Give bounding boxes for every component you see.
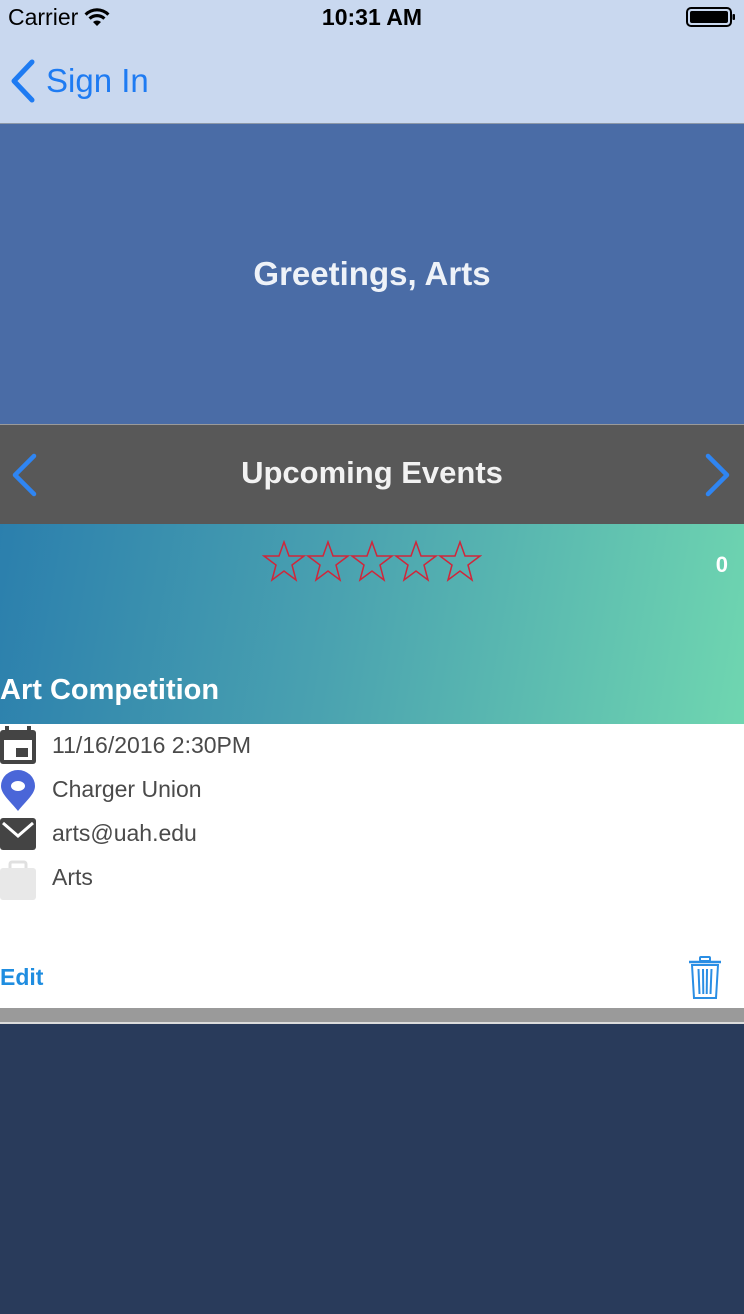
- event-email: arts@uah.edu: [52, 820, 197, 846]
- event-title: Art Competition: [0, 674, 220, 706]
- empty-content-area: [0, 1024, 744, 1314]
- event-card-header: 0 Art Competition: [0, 524, 744, 724]
- star-outline-icon[interactable]: [438, 540, 482, 582]
- event-organization-row: Arts: [0, 858, 744, 900]
- section-divider: [0, 1008, 744, 1022]
- event-details: 11/16/2016 2:30PM Charger Union arts@uah…: [0, 724, 744, 1008]
- next-event-button[interactable]: [702, 453, 732, 497]
- map-pin-icon: [1, 770, 35, 811]
- star-rating[interactable]: [262, 540, 482, 582]
- status-bar: Carrier 10:31 AM: [0, 0, 744, 40]
- events-pager: Upcoming Events: [0, 424, 744, 524]
- briefcase-icon: [0, 860, 36, 900]
- star-outline-icon[interactable]: [350, 540, 394, 582]
- event-organization: Arts: [52, 864, 93, 890]
- event-email-row: arts@uah.edu: [0, 814, 744, 854]
- event-location: Charger Union: [52, 776, 202, 802]
- rating-count: 0: [715, 552, 728, 577]
- status-time: 10:31 AM: [321, 4, 423, 30]
- star-outline-icon[interactable]: [394, 540, 438, 582]
- star-outline-icon[interactable]: [306, 540, 350, 582]
- event-location-row: Charger Union: [0, 770, 744, 811]
- battery-icon: [686, 7, 735, 27]
- trash-icon[interactable]: [688, 956, 722, 1000]
- greeting-text: Greetings, Arts: [253, 255, 491, 292]
- calendar-icon: [0, 726, 36, 764]
- greeting-banner: Greetings, Arts: [0, 124, 744, 424]
- back-button-label: Sign In: [46, 62, 149, 99]
- back-button[interactable]: Sign In: [10, 58, 149, 104]
- star-outline-icon[interactable]: [262, 540, 306, 582]
- envelope-icon: [0, 818, 36, 850]
- navigation-bar: Sign In: [0, 40, 744, 124]
- chevron-left-icon: [11, 59, 35, 103]
- edit-event-button[interactable]: Edit: [0, 964, 43, 991]
- events-title: Upcoming Events: [241, 455, 503, 490]
- event-datetime: 11/16/2016 2:30PM: [52, 732, 252, 758]
- event-date-row: 11/16/2016 2:30PM: [0, 726, 744, 766]
